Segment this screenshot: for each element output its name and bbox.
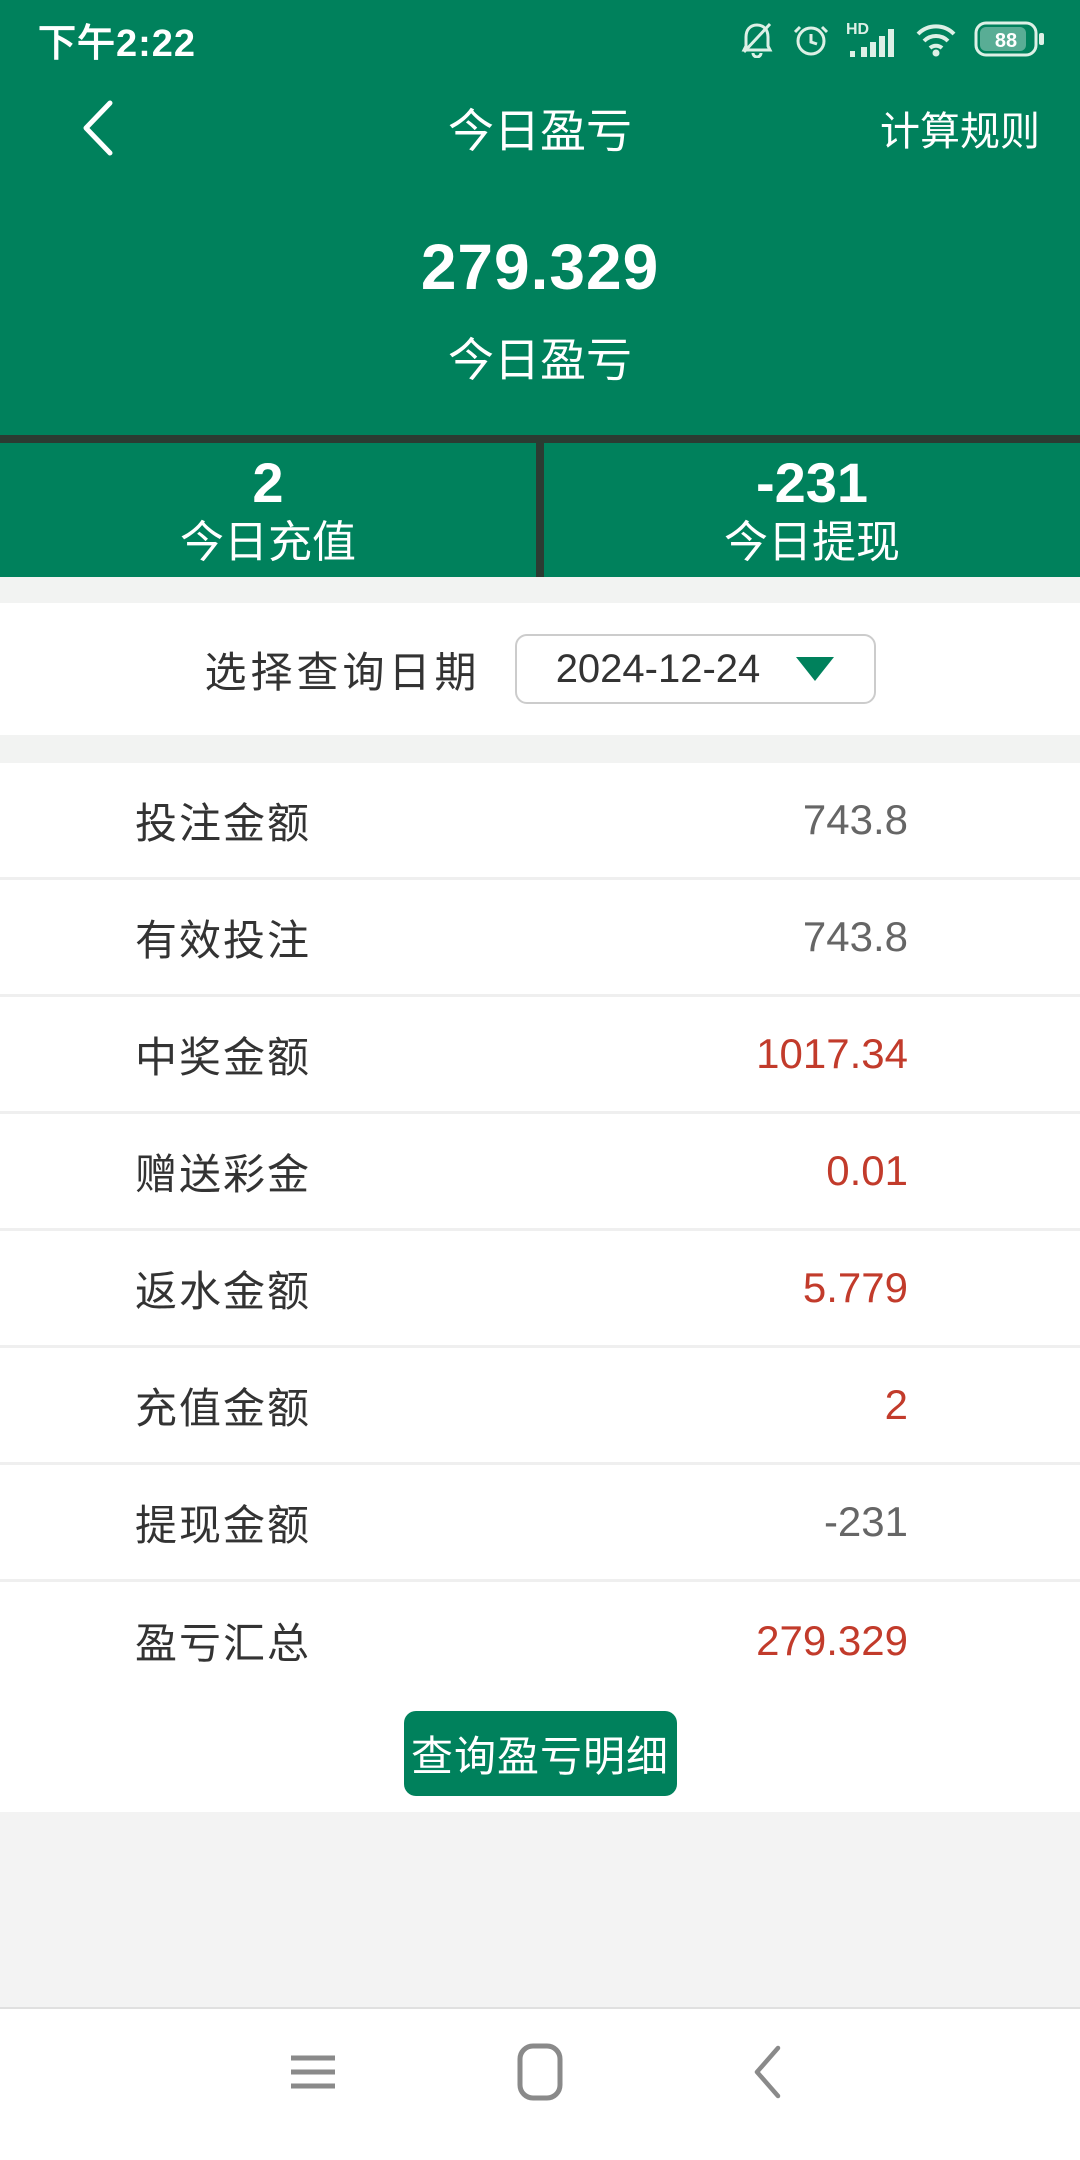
bottom-gray-area — [0, 1812, 1080, 2009]
status-icons: HD 88 — [738, 19, 1046, 59]
nav-back-button[interactable] — [737, 2042, 797, 2102]
alarm-clock-icon — [792, 20, 830, 58]
hd-text: HD — [846, 21, 869, 38]
date-select-dropdown[interactable]: 2024-12-24 — [515, 634, 876, 704]
detail-row-label: 投注金额 — [135, 790, 311, 851]
app-bar: 今日盈亏 计算规则 — [0, 88, 1080, 168]
detail-row: 盈亏汇总 279.329 — [0, 1582, 1080, 1699]
vertical-divider — [536, 443, 544, 577]
nav-home-button[interactable] — [510, 2042, 570, 2102]
today-deposit-value: 2 — [252, 455, 283, 511]
menu-icon — [285, 2050, 341, 2094]
query-details-button[interactable]: 查询盈亏明细 — [404, 1711, 677, 1796]
button-section: 查询盈亏明细 — [0, 1699, 1080, 1812]
date-picker-row: 选择查询日期 2024-12-24 — [0, 603, 1080, 735]
system-nav-bar — [0, 2009, 1080, 2135]
profit-loss-screen: 下午2:22 HD — [0, 0, 1080, 2160]
detail-row: 有效投注 743.8 — [0, 880, 1080, 997]
calc-rules-link[interactable]: 计算规则 — [880, 88, 1040, 168]
today-withdraw-cell: -231 今日提现 — [544, 443, 1080, 577]
nav-back-chevron-icon — [751, 2044, 783, 2100]
back-button[interactable] — [58, 88, 138, 168]
detail-row: 中奖金额 1017.34 — [0, 997, 1080, 1114]
detail-row-label: 返水金额 — [135, 1258, 311, 1319]
detail-row-value: 2 — [885, 1381, 908, 1429]
battery-icon: 88 — [974, 19, 1046, 59]
wifi-icon — [914, 21, 958, 57]
nav-menu-button[interactable] — [283, 2042, 343, 2102]
detail-row-label: 盈亏汇总 — [135, 1610, 311, 1671]
today-profit-value: 279.329 — [0, 230, 1080, 304]
sub-summary: 2 今日充值 -231 今日提现 — [0, 443, 1080, 577]
dropdown-arrow-icon — [796, 657, 834, 681]
battery-percent-text: 88 — [995, 30, 1017, 52]
detail-row-label: 中奖金额 — [135, 1024, 311, 1085]
detail-row-label: 提现金额 — [135, 1492, 311, 1553]
detail-row-value: 5.779 — [803, 1264, 908, 1312]
detail-row-value: 279.329 — [756, 1617, 908, 1665]
detail-row-value: 743.8 — [803, 913, 908, 961]
gray-strip — [0, 735, 1080, 763]
hd-signal-icon: HD — [846, 19, 898, 59]
detail-row: 提现金额 -231 — [0, 1465, 1080, 1582]
detail-row-label: 赠送彩金 — [135, 1141, 311, 1202]
detail-row-value: -231 — [824, 1498, 908, 1546]
home-square-icon — [515, 2042, 565, 2102]
date-picker-label: 选择查询日期 — [204, 639, 480, 700]
status-bar: 下午2:22 HD — [0, 0, 1080, 64]
today-withdraw-label: 今日提现 — [724, 521, 900, 565]
today-deposit-cell: 2 今日充值 — [0, 443, 536, 577]
mute-bell-icon — [738, 20, 776, 58]
chevron-left-icon — [81, 99, 115, 157]
page-title: 今日盈亏 — [448, 95, 632, 161]
detail-row-value: 0.01 — [826, 1147, 908, 1195]
date-select-value: 2024-12-24 — [556, 647, 761, 692]
details-list: 投注金额 743.8 有效投注 743.8 中奖金额 1017.34 赠送彩金 … — [0, 763, 1080, 1699]
detail-row-label: 充值金额 — [135, 1375, 311, 1436]
today-profit-label: 今日盈亏 — [0, 324, 1080, 390]
detail-row: 返水金额 5.779 — [0, 1231, 1080, 1348]
gray-strip — [0, 577, 1080, 603]
detail-row-value: 743.8 — [803, 796, 908, 844]
detail-row-label: 有效投注 — [135, 907, 311, 968]
detail-row-value: 1017.34 — [756, 1030, 908, 1078]
today-withdraw-value: -231 — [756, 455, 868, 511]
status-time: 下午2:22 — [38, 12, 196, 67]
detail-row: 投注金额 743.8 — [0, 763, 1080, 880]
divider-line-top — [0, 435, 1080, 443]
detail-row: 赠送彩金 0.01 — [0, 1114, 1080, 1231]
today-deposit-label: 今日充值 — [180, 521, 356, 565]
detail-row: 充值金额 2 — [0, 1348, 1080, 1465]
green-header: 下午2:22 HD — [0, 0, 1080, 435]
